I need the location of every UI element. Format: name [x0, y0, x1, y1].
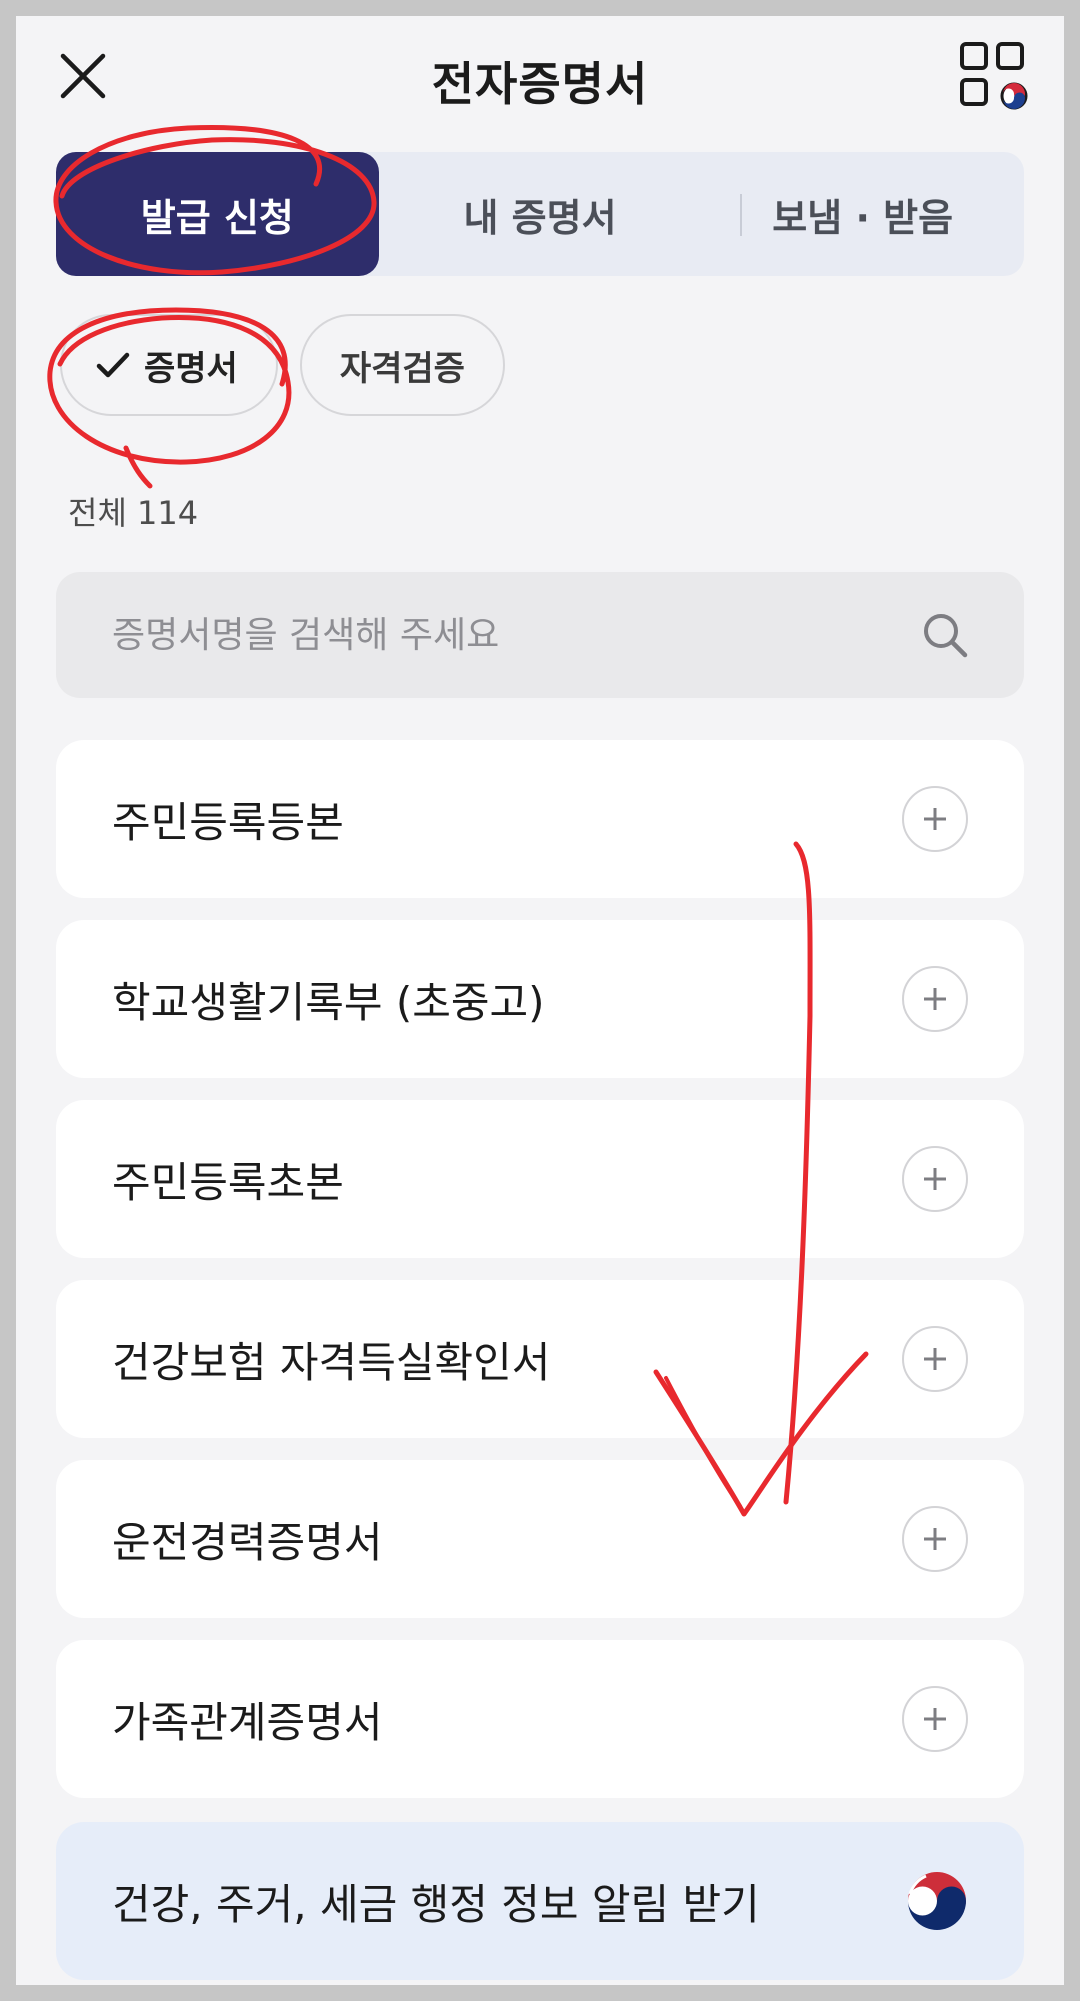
tab-sent-received[interactable]: 보냄 · 받음 — [701, 152, 1024, 276]
add-button[interactable] — [902, 786, 968, 852]
item-label: 가족관계증명서 — [112, 1697, 383, 1747]
plus-icon — [924, 1348, 946, 1370]
plus-icon — [924, 988, 946, 1010]
list-item[interactable]: 가족관계증명서 — [56, 1640, 1024, 1798]
total-count: 전체 114 — [68, 494, 199, 532]
add-button[interactable] — [902, 1146, 968, 1212]
add-button[interactable] — [902, 1686, 968, 1752]
certificate-list: 주민등록등본 학교생활기록부 (초중고) 주민등록초본 건강보험 자격득실확인서… — [56, 740, 1024, 1820]
app-screen: 전자증명서 발급 신청 내 증명서 보냄 · 받음 증명서 자격검증 전체 11… — [16, 16, 1064, 1985]
tab-label: 내 증명서 — [463, 195, 617, 240]
tab-label: 보냄 · 받음 — [772, 195, 954, 240]
plus-icon — [924, 1708, 946, 1730]
plus-icon — [924, 1168, 946, 1190]
check-icon — [94, 346, 132, 384]
taegeuk-icon — [906, 1870, 968, 1932]
annotation-tail — [123, 445, 153, 489]
notice-label: 건강, 주거, 세금 행정 정보 알림 받기 — [112, 1879, 760, 1929]
notification-banner[interactable]: 건강, 주거, 세금 행정 정보 알림 받기 — [56, 1822, 1024, 1980]
search-bar[interactable] — [56, 572, 1024, 698]
list-item[interactable]: 건강보험 자격득실확인서 — [56, 1280, 1024, 1438]
chip-label: 자격검증 — [339, 348, 465, 389]
item-label: 운전경력증명서 — [112, 1517, 383, 1567]
tab-my-certificates[interactable]: 내 증명서 — [379, 152, 702, 276]
plus-icon — [924, 1528, 946, 1550]
tab-divider — [740, 194, 742, 236]
grid-menu-button[interactable] — [956, 38, 1036, 118]
filter-chips: 증명서 자격검증 — [60, 314, 505, 416]
plus-icon — [924, 808, 946, 830]
list-item[interactable]: 학교생활기록부 (초중고) — [56, 920, 1024, 1078]
grid-menu-icon — [960, 42, 1028, 110]
chip-label: 증명서 — [144, 348, 238, 389]
list-item[interactable]: 주민등록등본 — [56, 740, 1024, 898]
add-button[interactable] — [902, 1326, 968, 1392]
chip-qualification[interactable]: 자격검증 — [299, 314, 505, 416]
item-label: 학교생활기록부 (초중고) — [112, 977, 545, 1027]
list-item[interactable]: 주민등록초본 — [56, 1100, 1024, 1258]
page-title: 전자증명서 — [431, 57, 649, 111]
tab-issue-request[interactable]: 발급 신청 — [56, 152, 379, 276]
list-item[interactable]: 운전경력증명서 — [56, 1460, 1024, 1618]
header: 전자증명서 — [16, 16, 1064, 136]
item-label: 주민등록등본 — [112, 797, 344, 847]
item-label: 건강보험 자격득실확인서 — [112, 1337, 551, 1387]
search-input[interactable] — [112, 614, 920, 656]
add-button[interactable] — [902, 966, 968, 1032]
add-button[interactable] — [902, 1506, 968, 1572]
tab-bar: 발급 신청 내 증명서 보냄 · 받음 — [56, 152, 1024, 276]
item-label: 주민등록초본 — [112, 1157, 344, 1207]
chip-certificate[interactable]: 증명서 — [60, 314, 278, 416]
search-icon[interactable] — [920, 610, 970, 660]
tab-label: 발급 신청 — [140, 195, 294, 240]
